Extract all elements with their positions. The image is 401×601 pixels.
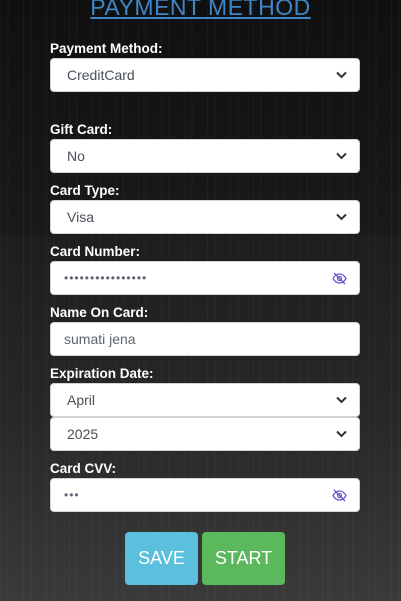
expiration-year-value: 2025	[67, 426, 99, 442]
card-number-input[interactable]: ••••••••••••••••	[50, 261, 360, 295]
chevron-down-icon	[335, 428, 347, 440]
payment-method-label: Payment Method:	[50, 41, 163, 56]
save-button[interactable]: SAVE	[125, 532, 198, 585]
start-button[interactable]: START	[202, 532, 285, 585]
card-type-label: Card Type:	[50, 183, 120, 198]
payment-method-value: CreditCard	[67, 67, 135, 83]
card-number-value: ••••••••••••••••	[64, 271, 148, 285]
chevron-down-icon	[335, 211, 347, 223]
page-title[interactable]: PAYMENT METHOD	[0, 0, 401, 20]
gift-card-select[interactable]: No	[50, 139, 360, 173]
gift-card-label: Gift Card:	[50, 122, 113, 137]
chevron-down-icon	[335, 150, 347, 162]
gift-card-value: No	[67, 148, 85, 164]
chevron-down-icon	[335, 394, 347, 406]
card-type-value: Visa	[67, 209, 94, 225]
expiration-year-select[interactable]: 2025	[50, 417, 360, 451]
card-number-label: Card Number:	[50, 244, 141, 259]
eye-slash-icon[interactable]	[331, 487, 347, 503]
card-type-select[interactable]: Visa	[50, 200, 360, 234]
card-cvv-label: Card CVV:	[50, 461, 117, 476]
expiration-date-label: Expiration Date:	[50, 366, 154, 381]
expiration-month-value: April	[67, 392, 96, 408]
eye-slash-icon[interactable]	[331, 270, 347, 286]
name-on-card-label: Name On Card:	[50, 305, 149, 320]
card-cvv-value: •••	[64, 488, 80, 502]
card-cvv-input[interactable]: •••	[50, 478, 360, 512]
payment-method-select[interactable]: CreditCard	[50, 58, 360, 92]
name-on-card-input[interactable]: sumati jena	[50, 322, 360, 356]
chevron-down-icon	[335, 69, 347, 81]
name-on-card-value: sumati jena	[64, 331, 136, 347]
expiration-month-select[interactable]: April	[50, 383, 360, 417]
